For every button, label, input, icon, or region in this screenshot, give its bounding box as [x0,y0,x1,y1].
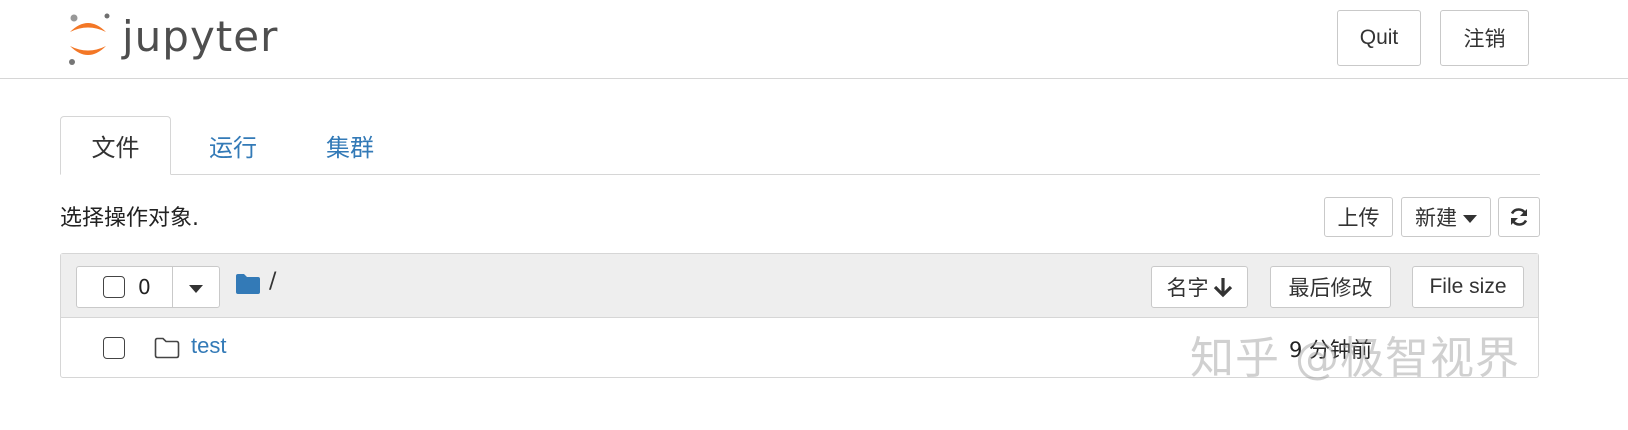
select-dropdown-button[interactable] [172,267,220,307]
sort-by-modified-button[interactable]: 最后修改 [1270,266,1391,308]
breadcrumb-root[interactable]: / [269,269,276,294]
new-button-label: 新建 [1415,206,1457,230]
header: jupyter Quit 注销 [0,0,1628,79]
file-list-panel: 0 / 名字 最后修改 File size test 9 分钟前 [60,253,1539,378]
caret-down-icon [1463,214,1477,223]
new-dropdown-button[interactable]: 新建 [1401,197,1491,237]
folder-solid-icon [236,274,260,294]
item-name-link[interactable]: test [191,333,226,359]
selection-hint: 选择操作对象. [60,206,199,231]
sort-by-name-button[interactable]: 名字 [1151,266,1248,308]
jupyter-logo[interactable]: jupyter [64,10,294,68]
logo-text: jupyter [122,12,279,61]
file-list-header: 0 / 名字 最后修改 File size [61,254,1538,318]
item-checkbox[interactable] [103,337,125,359]
refresh-icon [1510,208,1528,226]
select-all-group: 0 [76,266,220,308]
quit-button[interactable]: Quit [1337,10,1421,66]
list-item[interactable]: test 9 分钟前 [61,318,1538,378]
arrow-down-icon [1213,278,1232,298]
select-all-checkbox[interactable] [103,276,125,298]
logout-button[interactable]: 注销 [1440,10,1529,66]
refresh-button[interactable] [1498,197,1540,237]
upload-button-label: 上传 [1337,206,1380,230]
selected-count: 0 [138,275,151,299]
tab-files[interactable]: 文件 [60,116,171,175]
tab-clusters[interactable]: 集群 [305,116,395,174]
sort-name-label: 名字 [1166,276,1209,300]
sort-by-size-button[interactable]: File size [1412,266,1524,308]
tab-bar: 文件 运行 集群 [60,116,1540,175]
select-all-toggle[interactable]: 0 [77,267,173,307]
item-modified-time: 9 分钟前 [1289,338,1373,362]
tab-running[interactable]: 运行 [188,116,278,174]
caret-down-icon [189,284,203,293]
upload-button[interactable]: 上传 [1324,197,1393,237]
folder-icon [154,337,180,359]
jupyter-logo-icon [69,13,110,65]
